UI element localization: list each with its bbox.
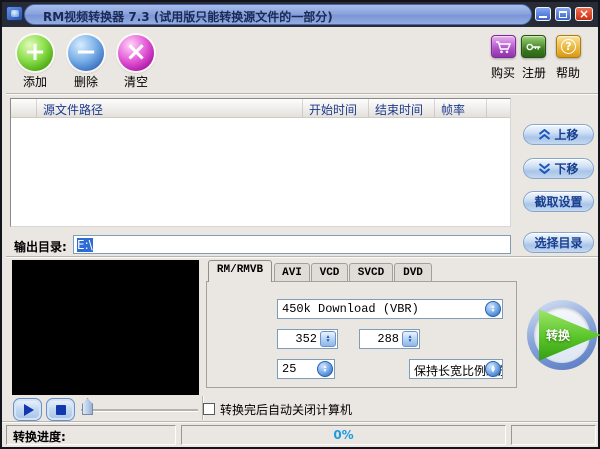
column-header-end-time[interactable]: 结束时间 bbox=[369, 99, 435, 117]
video-height-value: 288 bbox=[377, 332, 399, 346]
column-header-filler bbox=[487, 99, 510, 117]
delete-button-label[interactable]: 删除 bbox=[66, 73, 106, 90]
delete-button[interactable] bbox=[68, 35, 104, 71]
chevron-down-icon bbox=[539, 163, 551, 174]
play-button[interactable] bbox=[13, 398, 42, 421]
seek-slider-thumb[interactable] bbox=[82, 398, 93, 415]
register-button[interactable] bbox=[521, 35, 546, 58]
dropdown-arrows-icon[interactable] bbox=[485, 361, 501, 377]
framerate-value: 25 bbox=[282, 362, 297, 376]
help-button[interactable] bbox=[556, 35, 581, 58]
minimize-button[interactable] bbox=[535, 7, 551, 21]
buy-button[interactable] bbox=[491, 35, 516, 58]
app-window: RM视频转换器 7.3 (试用版只能转换源文件的一部分) 添加 删除 清空 购买 bbox=[0, 0, 600, 449]
convert-label: 转换 bbox=[546, 328, 571, 343]
video-height-spinner[interactable]: 288 bbox=[359, 329, 420, 349]
close-button[interactable] bbox=[575, 7, 593, 21]
framerate-dropdown[interactable]: 25 bbox=[277, 359, 335, 379]
video-width-spinner[interactable]: 352 bbox=[277, 329, 338, 349]
help-icon bbox=[561, 39, 576, 54]
tab-dvd[interactable]: DVD bbox=[394, 263, 432, 282]
clear-button-label[interactable]: 清空 bbox=[116, 73, 156, 90]
output-directory-value: E:\ bbox=[77, 238, 93, 252]
add-button[interactable] bbox=[17, 35, 53, 71]
app-icon bbox=[6, 6, 23, 21]
add-icon bbox=[24, 39, 46, 65]
window-title: RM视频转换器 7.3 (试用版只能转换源文件的一部分) bbox=[43, 10, 333, 24]
progress-bar: 0% bbox=[181, 425, 506, 445]
column-header-blank[interactable] bbox=[11, 99, 37, 117]
stop-icon bbox=[55, 404, 66, 415]
cart-icon bbox=[496, 40, 512, 53]
move-up-button[interactable]: 上移 bbox=[523, 124, 594, 145]
output-directory-label: 输出目录: bbox=[14, 240, 67, 254]
tab-avi[interactable]: AVI bbox=[274, 263, 310, 282]
statusbar-separator bbox=[2, 421, 598, 423]
column-header-source-path[interactable]: 源文件路径 bbox=[37, 99, 303, 117]
seek-slider-track[interactable] bbox=[81, 409, 198, 411]
file-list-header: 源文件路径 开始时间 结束时间 帧率 bbox=[11, 99, 510, 118]
toolbar-separator bbox=[6, 93, 598, 95]
param-config-dropdown[interactable]: 450k Download (VBR) bbox=[277, 299, 503, 319]
title-pill: RM视频转换器 7.3 (试用版只能转换源文件的一部分) bbox=[24, 4, 532, 25]
add-button-label[interactable]: 添加 bbox=[15, 73, 55, 90]
param-config-value: 450k Download (VBR) bbox=[282, 302, 419, 316]
shutdown-checkbox[interactable] bbox=[203, 403, 215, 415]
title-bar: RM视频转换器 7.3 (试用版只能转换源文件的一部分) bbox=[2, 2, 598, 27]
key-icon bbox=[526, 43, 541, 50]
convert-button[interactable]: 转换 bbox=[527, 300, 600, 370]
play-icon bbox=[23, 403, 34, 416]
dropdown-arrows-icon[interactable] bbox=[317, 361, 333, 377]
shutdown-checkbox-label[interactable]: 转换完后自动关闭计算机 bbox=[220, 401, 352, 418]
choose-directory-button[interactable]: 选择目录 bbox=[523, 232, 594, 253]
column-header-framerate[interactable]: 帧率 bbox=[435, 99, 487, 117]
progress-label-cell: 转换进度: bbox=[6, 425, 176, 445]
clear-icon bbox=[125, 39, 147, 65]
move-down-button[interactable]: 下移 bbox=[523, 158, 594, 179]
choose-directory-label: 选择目录 bbox=[534, 236, 583, 250]
spinner-arrows-icon[interactable] bbox=[402, 331, 418, 347]
move-up-label: 上移 bbox=[554, 128, 579, 142]
image-mode-dropdown[interactable]: 保持长宽比例缩放 bbox=[409, 359, 503, 379]
clear-button[interactable] bbox=[118, 35, 154, 71]
chevron-up-icon bbox=[539, 129, 551, 140]
tab-svcd[interactable]: SVCD bbox=[349, 263, 393, 282]
dropdown-arrows-icon[interactable] bbox=[485, 301, 501, 317]
spinner-arrows-icon[interactable] bbox=[320, 331, 336, 347]
move-down-label: 下移 bbox=[554, 162, 579, 176]
capture-settings-button[interactable]: 截取设置 bbox=[523, 191, 594, 212]
remove-icon bbox=[75, 39, 97, 65]
video-preview bbox=[12, 260, 199, 395]
help-button-label[interactable]: 帮助 bbox=[548, 64, 588, 81]
statusbar-extra-cell bbox=[511, 425, 596, 445]
section-separator bbox=[6, 256, 598, 258]
tab-vcd[interactable]: VCD bbox=[311, 263, 348, 282]
stop-button[interactable] bbox=[46, 398, 75, 421]
maximize-button[interactable] bbox=[555, 7, 571, 21]
column-header-start-time[interactable]: 开始时间 bbox=[303, 99, 369, 117]
video-width-value: 352 bbox=[295, 332, 317, 346]
tab-rm-rmvb[interactable]: RM/RMVB bbox=[208, 260, 272, 282]
output-directory-input[interactable]: E:\ bbox=[73, 235, 511, 254]
file-list[interactable]: 源文件路径 开始时间 结束时间 帧率 bbox=[10, 98, 511, 227]
capture-settings-label: 截取设置 bbox=[534, 195, 583, 209]
window-body: RM视频转换器 7.3 (试用版只能转换源文件的一部分) 添加 删除 清空 购买 bbox=[2, 2, 600, 447]
